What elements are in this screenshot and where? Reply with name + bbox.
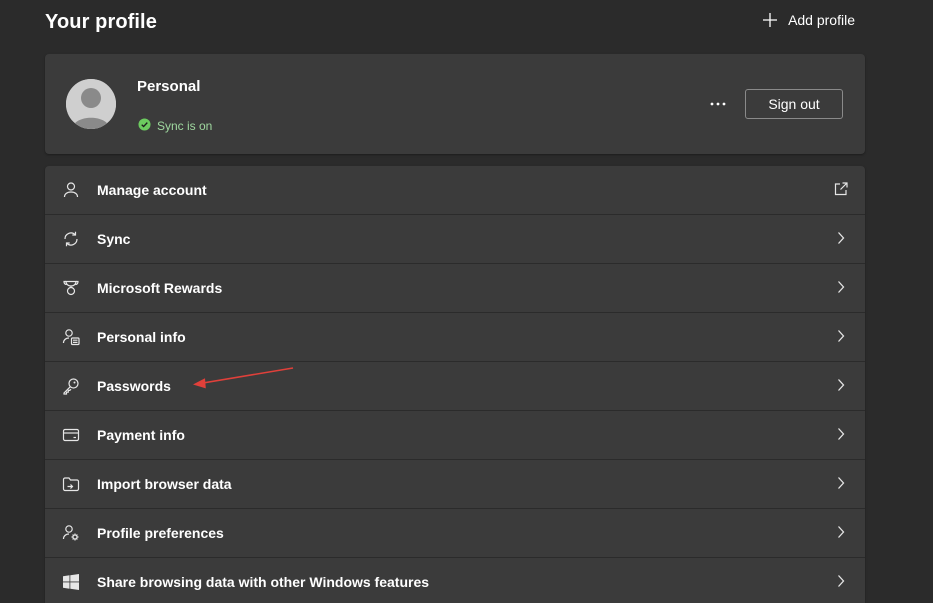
chevron-right-icon: [832, 327, 850, 345]
menu-item-label: Share browsing data with other Windows f…: [97, 574, 430, 590]
menu-item-label: Payment info: [97, 427, 185, 443]
person-icon: [61, 180, 81, 200]
menu-item-label: Passwords: [97, 378, 171, 394]
sign-out-button[interactable]: Sign out: [745, 89, 843, 119]
profile-card: Personal Sync is on Sign out: [45, 54, 865, 154]
chevron-right-icon: [832, 229, 850, 247]
sync-status-label: Sync is on: [157, 119, 213, 133]
sync-icon: [61, 229, 81, 249]
menu-item-manage-account[interactable]: Manage account: [45, 166, 865, 215]
menu-item-import-browser-data[interactable]: Import browser data: [45, 460, 865, 509]
menu-item-label: Import browser data: [97, 476, 232, 492]
plus-icon: [762, 12, 778, 28]
avatar: [66, 79, 116, 129]
menu-item-label: Profile preferences: [97, 525, 224, 541]
menu-item-microsoft-rewards[interactable]: Microsoft Rewards: [45, 264, 865, 313]
menu-item-sync[interactable]: Sync: [45, 215, 865, 264]
check-circle-icon: [138, 118, 151, 134]
windows-icon: [61, 572, 81, 592]
chevron-right-icon: [832, 474, 850, 492]
menu-item-label: Sync: [97, 231, 131, 247]
person-settings-icon: [61, 523, 81, 543]
external-link-icon: [832, 180, 850, 198]
page-header: Your profile Add profile: [45, 9, 865, 39]
menu-item-profile-preferences[interactable]: Profile preferences: [45, 509, 865, 558]
add-profile-label: Add profile: [788, 12, 855, 28]
menu-item-personal-info[interactable]: Personal info: [45, 313, 865, 362]
menu-item-label: Manage account: [97, 182, 207, 198]
trophy-icon: [61, 278, 81, 298]
menu-item-label: Personal info: [97, 329, 186, 345]
folder-import-icon: [61, 474, 81, 494]
chevron-right-icon: [832, 376, 850, 394]
person-silhouette-icon: [66, 79, 116, 129]
menu-item-label: Microsoft Rewards: [97, 280, 223, 296]
profile-menu: Manage account Sync Microsoft Rewards Pe…: [45, 166, 865, 603]
menu-item-payment-info[interactable]: Payment info: [45, 411, 865, 460]
menu-item-passwords[interactable]: Passwords: [45, 362, 865, 411]
add-profile-button[interactable]: Add profile: [762, 12, 855, 28]
sync-status: Sync is on: [138, 118, 212, 134]
credit-card-icon: [61, 425, 81, 445]
profile-settings-page: Your profile Add profile Personal Sync i…: [0, 0, 933, 603]
more-options-button[interactable]: [707, 91, 729, 113]
ellipsis-icon: [710, 93, 726, 111]
key-icon: [61, 376, 81, 396]
person-card-icon: [61, 327, 81, 347]
page-title: Your profile: [45, 11, 157, 33]
profile-name: Personal: [137, 78, 201, 95]
chevron-right-icon: [832, 425, 850, 443]
chevron-right-icon: [832, 278, 850, 296]
menu-item-share-browsing-data[interactable]: Share browsing data with other Windows f…: [45, 558, 865, 603]
chevron-right-icon: [832, 572, 850, 590]
chevron-right-icon: [832, 523, 850, 541]
